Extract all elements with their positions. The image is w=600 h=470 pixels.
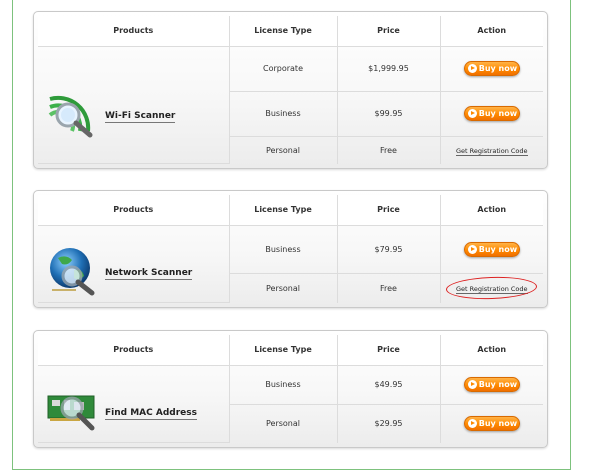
action-cell: Buy now <box>439 403 543 443</box>
table-row: Find MAC Address Business $49.95 Buy now <box>38 364 543 443</box>
arrow-right-icon <box>467 380 477 390</box>
product-card-find-mac-address: Products License Type Price Action Find … <box>33 330 548 448</box>
pricing-table: Products License Type Price Action <box>38 195 543 303</box>
header-products: Products <box>38 195 230 226</box>
license-cell: Personal <box>229 136 338 164</box>
product-card-wifi-scanner: Products License Type Price Action Wi-Fi… <box>33 11 548 169</box>
price-cell: $79.95 <box>336 224 441 275</box>
price-cell: $1,999.95 <box>336 45 441 92</box>
price-cell: $49.95 <box>336 364 441 405</box>
price-cell: $99.95 <box>336 90 441 138</box>
arrow-right-icon <box>467 419 477 429</box>
buy-now-button[interactable]: Buy now <box>463 377 520 393</box>
header-price: Price <box>336 335 441 366</box>
product-name[interactable]: Find MAC Address <box>105 408 197 420</box>
arrow-right-icon <box>467 109 477 119</box>
wifi-magnifier-icon <box>46 89 98 141</box>
globe-magnifier-icon <box>46 246 98 298</box>
table-row: Wi-Fi Scanner Corporate $1,999.95 Buy no… <box>38 45 543 164</box>
action-cell: Buy now <box>439 224 543 275</box>
arrow-right-icon <box>467 64 477 74</box>
header-price: Price <box>336 16 441 47</box>
header-products: Products <box>38 335 230 366</box>
action-cell: Buy now <box>439 45 543 92</box>
get-registration-code-link[interactable]: Get Registration Code <box>455 284 528 294</box>
header-license-type: License Type <box>228 16 338 47</box>
action-cell: Get Registration Code <box>439 273 543 303</box>
action-cell: Buy now <box>439 364 543 405</box>
arrow-right-icon <box>467 244 477 254</box>
pricing-table: Products License Type Price Action Wi-Fi… <box>38 16 543 164</box>
header-price: Price <box>336 195 441 226</box>
product-cell: Find MAC Address <box>38 364 230 443</box>
action-cell: Buy now <box>439 90 543 138</box>
red-annotation-circle: Get Registration Code <box>455 284 528 294</box>
license-cell: Corporate <box>228 45 338 92</box>
product-card-network-scanner: Products License Type Price Action Netwo… <box>33 190 548 308</box>
license-cell: Business <box>228 224 338 275</box>
license-cell: Personal <box>229 273 338 303</box>
table-row: Network Scanner Business $79.95 Buy now <box>38 224 543 303</box>
license-cell: Business <box>229 90 338 138</box>
buy-now-button[interactable]: Buy now <box>463 106 520 122</box>
buy-now-button[interactable]: Buy now <box>463 61 520 77</box>
price-cell: Free <box>336 273 441 303</box>
product-name[interactable]: Network Scanner <box>105 268 193 280</box>
table-header-row: Products License Type Price Action <box>38 335 543 366</box>
header-products: Products <box>38 16 230 47</box>
header-license-type: License Type <box>228 195 338 226</box>
network-card-magnifier-icon <box>46 384 98 436</box>
license-cell: Business <box>228 364 338 405</box>
price-cell: $29.95 <box>336 403 441 443</box>
buy-now-button[interactable]: Buy now <box>463 416 520 432</box>
header-action: Action <box>439 335 543 366</box>
header-license-type: License Type <box>228 335 338 366</box>
product-name[interactable]: Wi-Fi Scanner <box>105 111 176 123</box>
get-registration-code-link[interactable]: Get Registration Code <box>455 146 528 156</box>
buy-now-button[interactable]: Buy now <box>463 241 520 257</box>
table-header-row: Products License Type Price Action <box>38 16 543 47</box>
header-action: Action <box>439 16 543 47</box>
license-cell: Personal <box>229 403 338 443</box>
action-cell: Get Registration Code <box>439 136 543 164</box>
pricing-table: Products License Type Price Action <box>38 335 543 443</box>
price-cell: Free <box>336 136 441 164</box>
table-header-row: Products License Type Price Action <box>38 195 543 226</box>
header-action: Action <box>439 195 543 226</box>
product-cell: Wi-Fi Scanner <box>38 45 230 164</box>
product-cell: Network Scanner <box>38 224 230 303</box>
